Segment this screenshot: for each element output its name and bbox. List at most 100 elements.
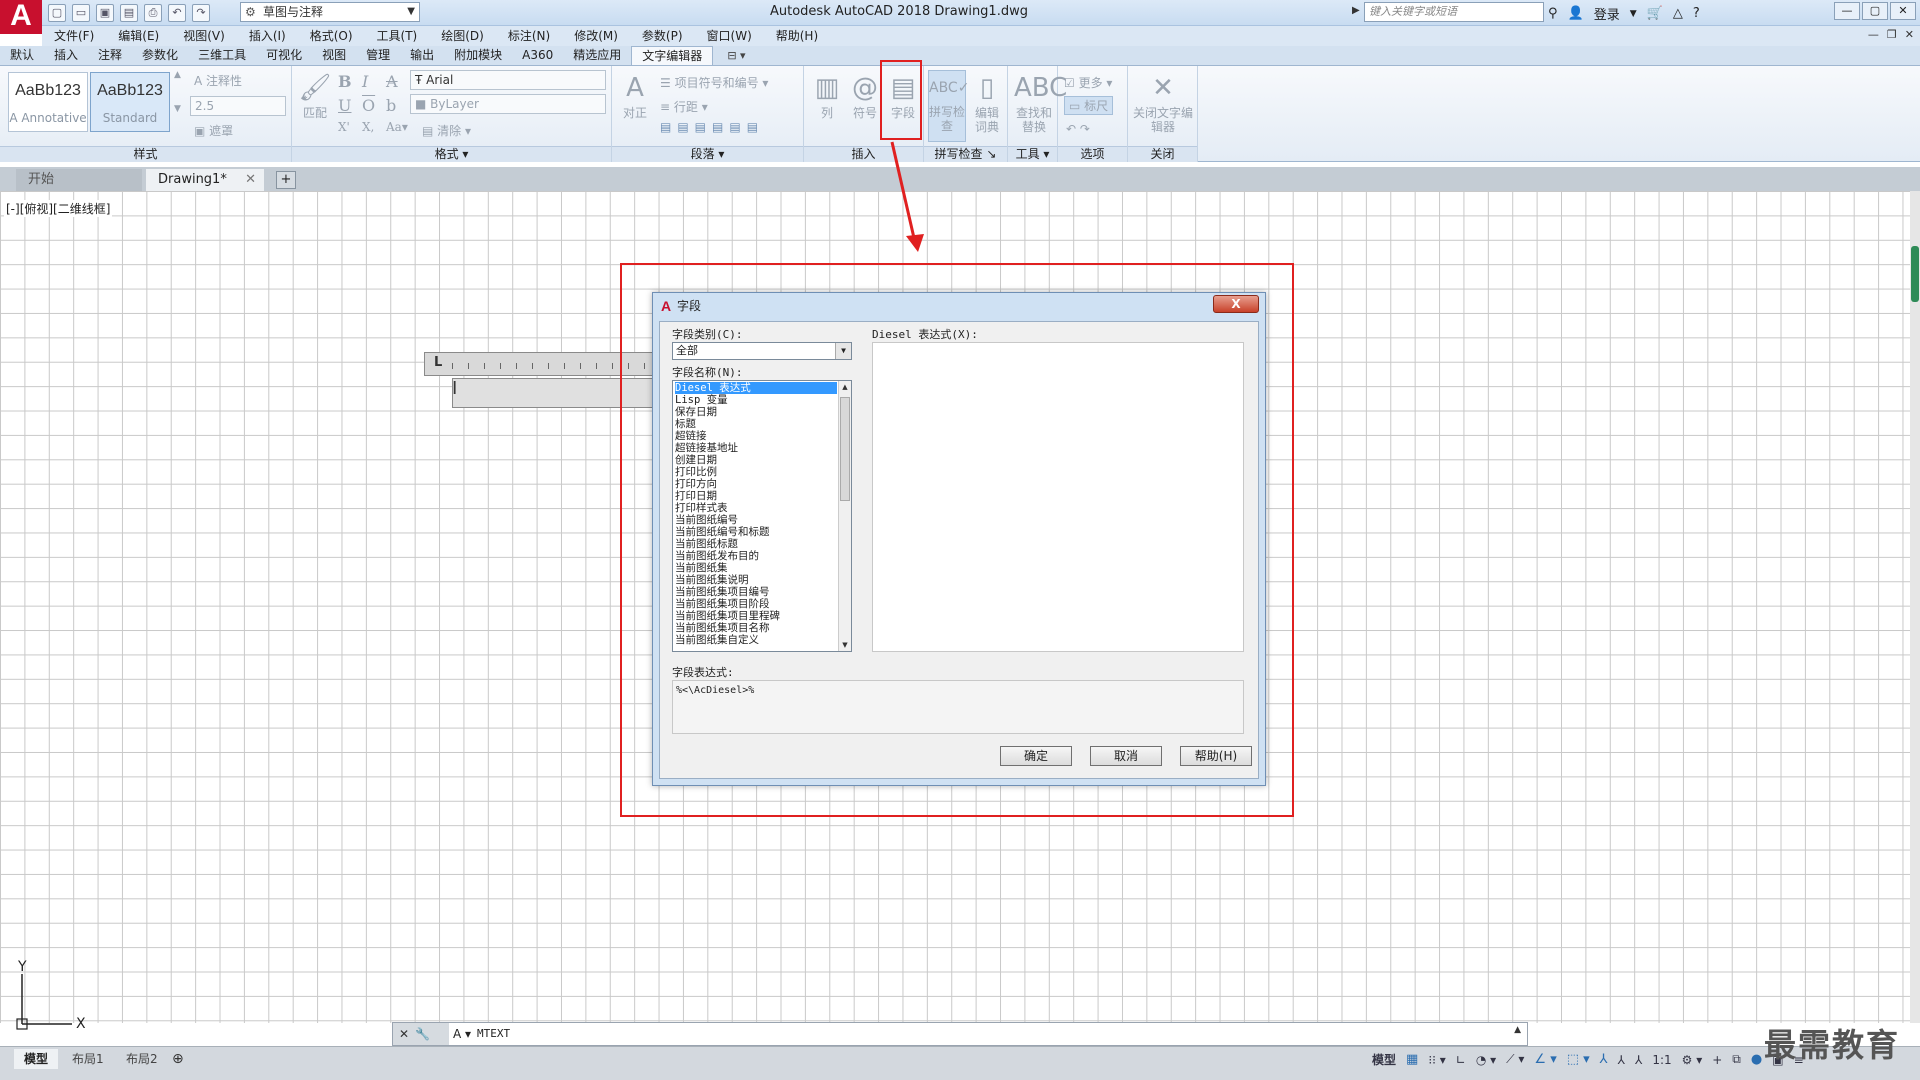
- panel-title-insert[interactable]: 插入: [804, 146, 923, 162]
- workspace-switch-dropdown[interactable]: ⚙ 草图与注释 ▼: [240, 2, 420, 22]
- list-item[interactable]: 创建日期: [675, 454, 837, 466]
- symbol-button[interactable]: @ 符号: [848, 70, 882, 120]
- polar-icon[interactable]: ◔ ▾: [1476, 1053, 1496, 1067]
- list-item[interactable]: 当前图纸标题: [675, 538, 837, 550]
- more-button[interactable]: ☑ 更多 ▾: [1064, 74, 1112, 91]
- color-combo[interactable]: ■ ByLayer: [410, 94, 606, 114]
- stack-icon[interactable]: b: [386, 96, 396, 115]
- underline-icon[interactable]: U: [338, 96, 351, 115]
- list-item[interactable]: 当前图纸集项目阶段: [675, 598, 837, 610]
- new-tab-icon[interactable]: +: [276, 171, 296, 189]
- plus-icon[interactable]: +: [1712, 1053, 1722, 1067]
- tab-annotate[interactable]: 注释: [88, 46, 132, 65]
- viewport-controls[interactable]: [-][俯视][二维线框]: [4, 200, 113, 217]
- chevron-down-icon[interactable]: ▼: [1630, 9, 1637, 19]
- line-spacing-button[interactable]: ≡ 行距 ▾: [660, 98, 708, 115]
- tab-drawing1[interactable]: Drawing1* ✕: [146, 169, 264, 191]
- list-scrollbar[interactable]: ▲ ▼: [838, 381, 851, 651]
- match-button[interactable]: 🖌 匹配: [298, 70, 332, 120]
- application-menu-button[interactable]: A: [0, 0, 42, 34]
- style-scroll-down-icon[interactable]: ▼: [174, 104, 181, 114]
- open-icon[interactable]: ▭: [72, 4, 90, 22]
- tab-featured-apps[interactable]: 精选应用: [563, 46, 631, 65]
- annotation-visibility-icon[interactable]: ⅄: [1618, 1053, 1625, 1067]
- maximize-icon[interactable]: ▢: [1862, 2, 1888, 20]
- list-item[interactable]: 当前图纸发布目的: [675, 550, 837, 562]
- command-line[interactable]: ✕ 🔧 A ▾ MTEXT ▲: [392, 1022, 1528, 1046]
- workspace-gear-icon[interactable]: ⚙ ▾: [1682, 1053, 1703, 1067]
- style-scroll-up-icon[interactable]: ▲: [174, 70, 181, 80]
- panel-title-style[interactable]: 样式: [0, 146, 291, 162]
- list-item[interactable]: 当前图纸集项目编号: [675, 586, 837, 598]
- style-standard[interactable]: AaBb123 Standard: [90, 72, 170, 132]
- panel-title-close[interactable]: 关闭: [1128, 146, 1197, 162]
- superscript-icon[interactable]: X': [338, 120, 350, 134]
- menu-window[interactable]: 窗口(W): [695, 26, 764, 46]
- search-input[interactable]: 键入关键字或短语: [1364, 2, 1544, 22]
- edit-dictionary-button[interactable]: ▯ 编辑词典: [970, 70, 1004, 134]
- tab-manage[interactable]: 管理: [356, 46, 400, 65]
- close-icon[interactable]: ✕: [1905, 28, 1914, 41]
- user-icon[interactable]: 👤: [1568, 6, 1584, 21]
- tab-view[interactable]: 视图: [312, 46, 356, 65]
- field-category-select[interactable]: 全部 ▼: [672, 342, 852, 360]
- list-item[interactable]: Lisp 变量: [675, 394, 837, 406]
- panel-title-options[interactable]: 选项: [1058, 146, 1127, 162]
- redo-icon[interactable]: ↷: [192, 4, 210, 22]
- auto-scale-icon[interactable]: ⅄: [1635, 1053, 1642, 1067]
- annotative-toggle[interactable]: A 注释性: [194, 72, 242, 89]
- list-item[interactable]: 当前图纸集说明: [675, 574, 837, 586]
- strikethrough-icon[interactable]: A: [386, 72, 398, 91]
- command-prompt[interactable]: A ▾ MTEXT: [453, 1024, 510, 1044]
- undo-redo-buttons[interactable]: ↶ ↷: [1066, 122, 1090, 136]
- expand-search-icon[interactable]: ▶: [1352, 5, 1360, 16]
- find-replace-button[interactable]: ABC 查找和替换: [1014, 70, 1067, 134]
- list-item[interactable]: 当前图纸集项目名称: [675, 622, 837, 634]
- annotation-scale-icon[interactable]: ⅄: [1600, 1052, 1608, 1067]
- tab-visualize[interactable]: 可视化: [256, 46, 312, 65]
- menu-view[interactable]: 视图(V): [171, 26, 237, 46]
- dialog-title-bar[interactable]: A 字段: [653, 293, 1265, 319]
- tab-insert[interactable]: 插入: [44, 46, 88, 65]
- menu-help[interactable]: 帮助(H): [764, 26, 830, 46]
- tab-stop-icon[interactable]: L: [431, 355, 446, 370]
- list-item[interactable]: 超链接基地址: [675, 442, 837, 454]
- save-as-icon[interactable]: ▤: [120, 4, 138, 22]
- tab-start[interactable]: 开始: [16, 169, 142, 191]
- spell-check-button[interactable]: ABC✓ 拼写检查: [928, 70, 969, 142]
- help-button[interactable]: 帮助(H): [1180, 746, 1252, 766]
- tab-default[interactable]: 默认: [0, 46, 44, 65]
- subscript-icon[interactable]: X,: [362, 120, 374, 134]
- list-item[interactable]: 打印样式表: [675, 502, 837, 514]
- menu-tools[interactable]: 工具(T): [365, 26, 430, 46]
- list-item[interactable]: 标题: [675, 418, 837, 430]
- change-case-icon[interactable]: Aa▾: [386, 120, 408, 134]
- menu-format[interactable]: 格式(O): [298, 26, 365, 46]
- tab-output[interactable]: 输出: [400, 46, 444, 65]
- diesel-expression-input[interactable]: [872, 342, 1244, 652]
- field-names-list[interactable]: Diesel 表达式 Lisp 变量 保存日期 标题 超链接 超链接基地址 创建日期 打印比例…: [672, 380, 852, 652]
- undo-icon[interactable]: ↶: [168, 4, 186, 22]
- restore-icon[interactable]: ❐: [1887, 28, 1897, 41]
- bold-icon[interactable]: B: [338, 72, 352, 91]
- menu-draw[interactable]: 绘图(D): [429, 26, 496, 46]
- mask-button[interactable]: ▣ 遮罩: [194, 122, 233, 139]
- font-combo[interactable]: Ŧ Arial: [410, 70, 606, 90]
- minimize-icon[interactable]: —: [1868, 28, 1879, 41]
- menu-edit[interactable]: 编辑(E): [106, 26, 171, 46]
- new-layout-icon[interactable]: ⊕: [172, 1051, 184, 1067]
- snap-icon[interactable]: ⁝⁝ ▾: [1428, 1053, 1445, 1067]
- tab-layout2[interactable]: 布局2: [116, 1049, 168, 1069]
- command-line-grip[interactable]: ✕ 🔧: [393, 1023, 449, 1045]
- print-icon[interactable]: ⎙: [144, 4, 162, 22]
- login-link[interactable]: 登录: [1594, 4, 1620, 23]
- object-track-icon[interactable]: ∠ ▾: [1534, 1052, 1556, 1067]
- bullets-button[interactable]: ☰ 项目符号和编号 ▾: [660, 74, 768, 91]
- tab-layout1[interactable]: 布局1: [62, 1049, 114, 1069]
- alignment-buttons[interactable]: ▤▤▤▤▤▤: [660, 120, 764, 134]
- panel-title-spell[interactable]: 拼写检查 ↘: [924, 146, 1007, 162]
- grid-icon[interactable]: ▦: [1406, 1052, 1418, 1067]
- panel-title-tools[interactable]: 工具 ▾: [1008, 146, 1057, 162]
- menu-file[interactable]: 文件(F): [42, 26, 106, 46]
- tab-text-editor[interactable]: 文字编辑器: [631, 46, 714, 65]
